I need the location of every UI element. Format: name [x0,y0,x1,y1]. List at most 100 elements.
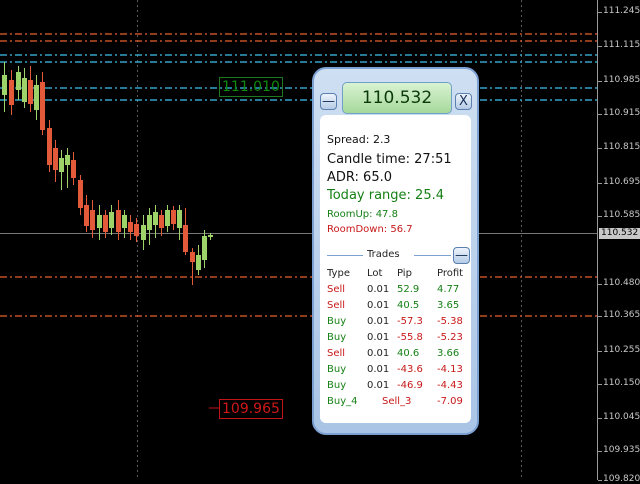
trade-cell-type: Buy [327,316,347,327]
current-price-tag: 110.532 [599,228,640,239]
trade-cell-pip: -57.3 [397,316,423,327]
candle-body [147,215,152,230]
trade-row[interactable]: Buy 0.01 -46.9 -4.43 [327,380,477,396]
trade-row[interactable]: Sell 0.01 52.9 4.77 [327,284,477,300]
candle-body [53,148,58,170]
candle-body [171,210,176,224]
trade-cell-lot: 0.01 [367,316,390,327]
axis-tick-label: 109.820 [603,474,640,484]
candle-body [116,210,121,232]
axis-tick-label: 109.935 [603,445,640,455]
spread-text: Spread: 2.3 [327,133,391,146]
axis-tick-label: 111.245 [603,6,640,16]
candle-body [177,210,182,228]
axis-tick-mark [598,418,602,419]
close-button[interactable]: X [455,93,472,110]
trade-cell-profit: -5.23 [437,332,463,343]
candle-body [103,215,108,232]
trade-cell-profit: -4.43 [437,380,463,391]
axis-tick-label: 110.985 [603,75,640,85]
axis-tick-mark [598,451,602,452]
trades-collapse-button[interactable]: — [453,247,470,264]
trades-divider [414,255,451,256]
candle-body [208,235,213,237]
trade-cell-profit: -4.13 [437,364,463,375]
candle-body [78,180,83,208]
axis-tick-mark [598,351,602,352]
axis-tick-mark [598,148,602,149]
trades-divider [327,255,363,256]
trades-header-row: Type Lot Pip Profit [327,268,477,284]
room-up-text: RoomUp: 47.8 [327,209,398,220]
candle-body [122,215,127,228]
axis-tick-label: 110.915 [603,108,640,118]
axis-tick-mark [598,114,602,115]
column-header: Pip [397,268,412,279]
column-header: Lot [367,268,383,279]
candle-body [196,255,201,270]
axis-tick-mark [598,216,602,217]
trades-title: Trades [367,249,400,260]
trade-cell-type: Buy [327,332,347,343]
price-axis: 111.245 111.115 110.985 110.915 110.815 110.6… [597,0,640,484]
axis-tick-label: 110.480 [603,278,640,288]
close-icon: X [459,94,468,109]
trade-row[interactable]: Sell 0.01 40.5 3.65 [327,300,477,316]
candle-body [84,205,89,226]
trade-row[interactable]: Buy 0.01 -57.3 -5.38 [327,316,477,332]
trade-cell-type: Sell [327,348,346,359]
candle-body [22,78,27,102]
candle-body [134,224,139,236]
trade-cell-lot: 0.01 [367,300,390,311]
lower-level-label: 109.965 [219,399,283,419]
trade-row[interactable]: Sell 0.01 40.6 3.66 [327,348,477,364]
trade-cell-profit: 3.65 [437,300,460,311]
minimize-button[interactable]: — [320,93,337,110]
candle-body [183,225,188,252]
candle-body [28,80,33,104]
axis-tick-label: 110.255 [603,345,640,355]
candle-body [9,80,14,105]
axis-tick-mark [598,284,602,285]
candle-body [34,85,39,110]
column-header: Profit [437,268,464,279]
adr-text: ADR: 65.0 [327,170,392,185]
candle-body [202,236,207,260]
axis-tick-label: 110.815 [603,142,640,152]
candle-body [128,222,133,232]
trade-row[interactable]: Buy 0.01 -55.8 -5.23 [327,332,477,348]
candle-body [141,225,146,240]
panel-price-display: 110.532 [342,82,452,114]
upper-level-label: 111.010 [219,77,283,97]
candle-body [40,82,45,130]
trade-cell-lot: 0.01 [367,364,390,375]
trade-cell-profit: -5.38 [437,316,463,327]
lower-level-lines [0,276,597,317]
trade-cell-type: Buy [327,364,347,375]
total-buy-text: Buy_4 [327,396,358,407]
trade-cell-pip: -46.9 [397,380,423,391]
info-panel: — 110.532 X Spread: 2.3 Candle time: 27:… [312,67,479,435]
candle-body [159,215,164,228]
candle-body [190,252,195,262]
candle-time-text: Candle time: 27:51 [327,152,452,167]
room-down-text: RoomDown: 56.7 [327,224,413,235]
upper-level-lines [0,33,597,101]
axis-tick-label: 110.045 [603,412,640,422]
trade-cell-pip: 40.6 [397,348,420,359]
trade-cell-lot: 0.01 [367,284,390,295]
total-profit-text: -7.09 [437,396,463,407]
total-sell-text: Sell_3 [382,396,412,407]
candles [2,62,213,285]
candle-body [47,128,52,165]
trade-row[interactable]: Buy 0.01 -43.6 -4.13 [327,364,477,380]
trade-cell-profit: 4.77 [437,284,460,295]
today-range-text: Today range: 25.4 [327,188,444,203]
trade-cell-pip: -55.8 [397,332,423,343]
candle-body [16,72,21,90]
trade-cell-pip: -43.6 [397,364,423,375]
candle-body [90,210,95,230]
trade-cell-lot: 0.01 [367,380,390,391]
axis-tick-mark [598,81,602,82]
trade-cell-pip: 40.5 [397,300,420,311]
